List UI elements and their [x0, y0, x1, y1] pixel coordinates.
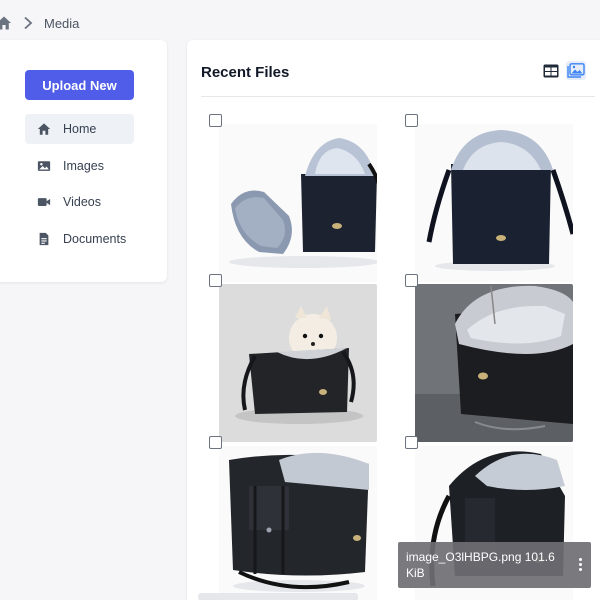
- gallery-view-button[interactable]: [566, 61, 586, 80]
- file-tile[interactable]: [199, 436, 377, 600]
- divider: [201, 96, 595, 97]
- home-icon[interactable]: [0, 15, 12, 31]
- sidebar-item-label: Videos: [63, 195, 101, 209]
- file-tile[interactable]: [199, 274, 377, 442]
- sidebar-item-home[interactable]: Home: [25, 114, 134, 144]
- sidebar-item-label: Images: [63, 158, 104, 173]
- view-toggle: [541, 61, 586, 80]
- sidebar: Upload New Home Images Videos Documents: [0, 40, 167, 282]
- grid-view-button[interactable]: [541, 61, 561, 80]
- image-icon: [37, 160, 51, 171]
- chevron-right-icon: [22, 16, 34, 30]
- file-thumbnail: [415, 124, 573, 282]
- sidebar-item-documents[interactable]: Documents: [25, 224, 134, 254]
- file-thumbnail: [415, 284, 573, 442]
- sidebar-item-label: Documents: [63, 231, 127, 246]
- grid-icon: [543, 64, 559, 77]
- file-thumbnail: [219, 284, 377, 442]
- next-row-peek: [198, 593, 358, 600]
- sidebar-item-videos[interactable]: Videos: [25, 187, 134, 217]
- select-checkbox[interactable]: [405, 436, 418, 449]
- file-tile[interactable]: [199, 114, 377, 282]
- file-info-overlay: image_O3lHBPG.png 101.6 KiB: [398, 542, 591, 588]
- gallery-icon: [567, 63, 585, 78]
- file-thumbnail: [219, 124, 377, 282]
- breadcrumb-current: Media: [44, 15, 80, 31]
- home-icon: [37, 123, 51, 135]
- recent-files-panel: Recent Files image_O3lHBPG.png 101.6 KiB: [187, 40, 600, 600]
- select-checkbox[interactable]: [209, 114, 222, 127]
- file-thumbnail: [219, 446, 377, 600]
- sidebar-item-images[interactable]: Images: [25, 151, 134, 181]
- file-tile[interactable]: [395, 274, 573, 442]
- select-checkbox[interactable]: [209, 436, 222, 449]
- select-checkbox[interactable]: [405, 274, 418, 287]
- upload-new-button[interactable]: Upload New: [25, 70, 134, 100]
- sidebar-nav: Home Images Videos Documents: [25, 114, 134, 260]
- sidebar-item-label: Home: [63, 122, 97, 136]
- document-icon: [39, 232, 49, 245]
- select-checkbox[interactable]: [209, 274, 222, 287]
- more-options-icon[interactable]: [575, 557, 585, 573]
- breadcrumb: Media: [0, 12, 79, 34]
- select-checkbox[interactable]: [405, 114, 418, 127]
- video-icon: [37, 198, 51, 206]
- file-tile[interactable]: [395, 114, 573, 282]
- file-caption: image_O3lHBPG.png 101.6 KiB: [406, 550, 555, 580]
- page-title: Recent Files: [201, 64, 290, 81]
